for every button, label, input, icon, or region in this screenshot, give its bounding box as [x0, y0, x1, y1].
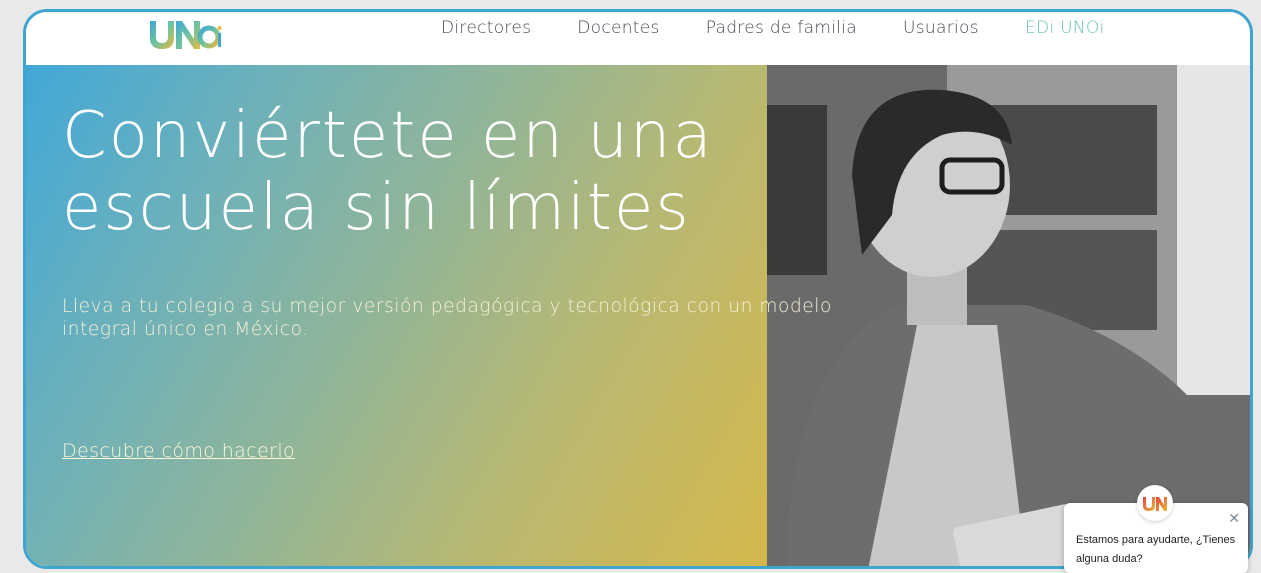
- main-nav: Directores Docentes Padres de familia Us…: [441, 18, 1151, 38]
- nav-link-padres-de-familia[interactable]: Padres de familia: [706, 18, 857, 38]
- discover-how-link[interactable]: Descubre cómo hacerlo: [62, 440, 295, 462]
- nav-link-usuarios[interactable]: Usuarios: [903, 18, 979, 38]
- hero-headline: Conviértete en una escuela sin límites: [62, 100, 714, 244]
- nav-link-directores[interactable]: Directores: [441, 18, 531, 38]
- nav-link-edi-unoi[interactable]: EDi UNOi: [1025, 18, 1105, 38]
- nav-link-docentes[interactable]: Docentes: [577, 18, 659, 38]
- hero-subtitle: Lleva a tu colegio a su mejor versión pe…: [62, 296, 832, 340]
- chat-avatar-logo[interactable]: [1137, 485, 1173, 521]
- hero-headline-line-1: Conviértete en una: [62, 99, 714, 173]
- unoi-logo-small: [1143, 497, 1167, 511]
- hero-headline-line-2: escuela sin límites: [62, 171, 691, 245]
- top-navigation-bar: Directores Docentes Padres de familia Us…: [26, 12, 1250, 65]
- chat-message: Estamos para ayudarte, ¿Tienes alguna du…: [1076, 534, 1236, 565]
- close-icon[interactable]: ✕: [1228, 511, 1240, 527]
- page-frame: Directores Docentes Padres de familia Us…: [23, 9, 1253, 569]
- unoi-logo[interactable]: [146, 15, 222, 51]
